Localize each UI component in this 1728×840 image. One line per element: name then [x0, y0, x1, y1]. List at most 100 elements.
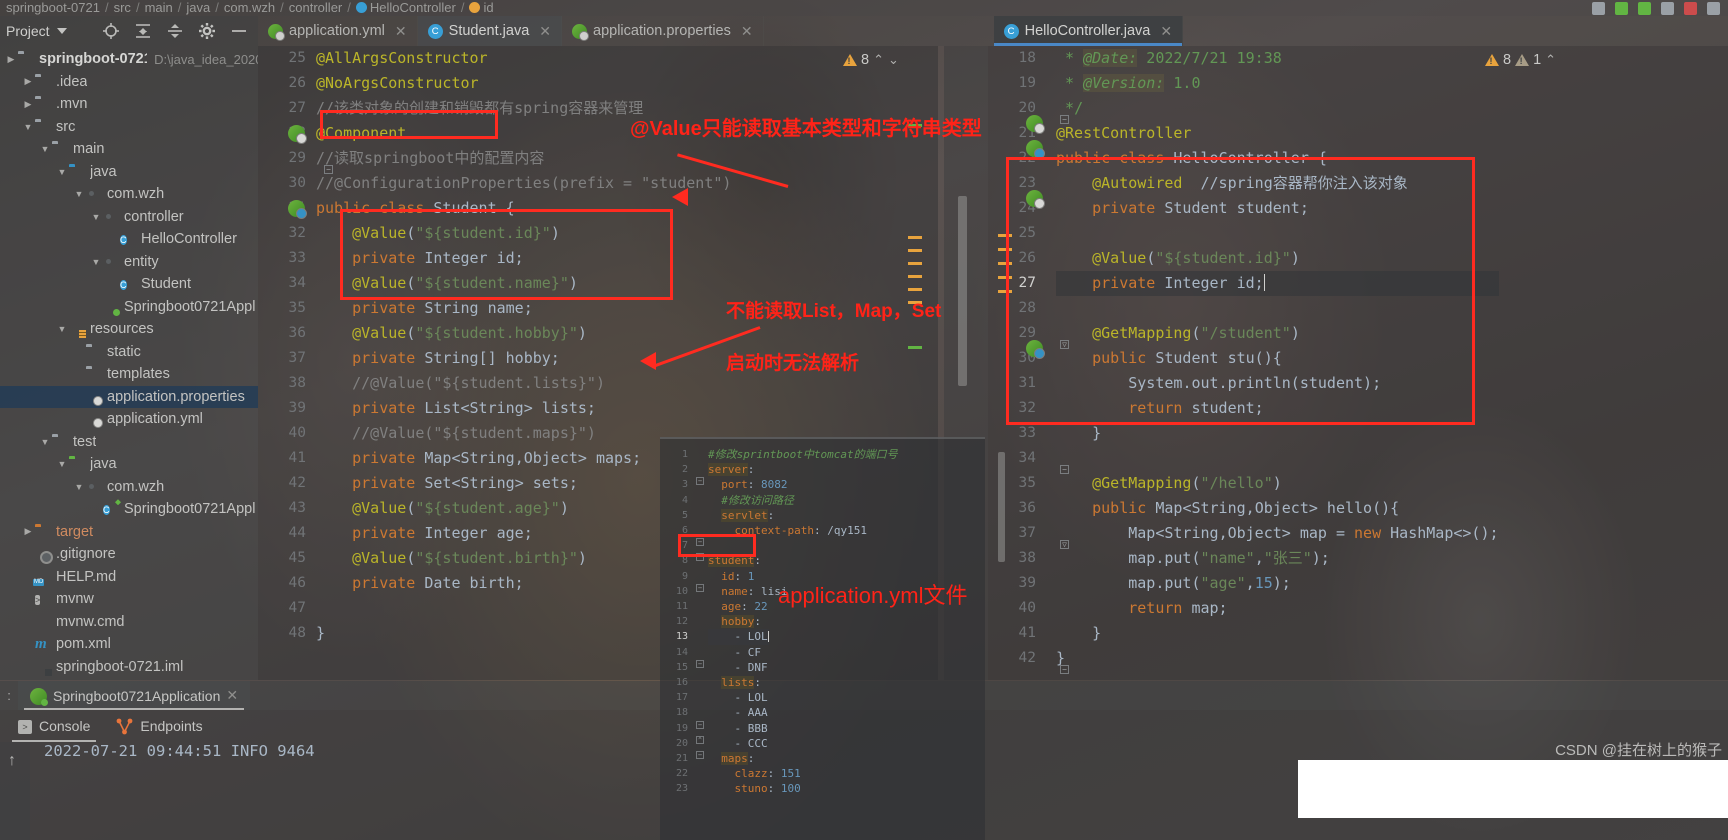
- fold-marker-right-1[interactable]: −: [1060, 115, 1069, 124]
- close-icon[interactable]: ✕: [1160, 23, 1172, 40]
- code-line[interactable]: System.out.println(student);: [1056, 371, 1499, 396]
- code-line[interactable]: public class Student {: [316, 196, 731, 221]
- code-line[interactable]: Map<String,Object> map = new HashMap<>()…: [1056, 521, 1498, 546]
- tree-item-src[interactable]: ▼ src: [0, 116, 258, 139]
- search-icon[interactable]: [1707, 1, 1720, 15]
- yml-code-line[interactable]: - LOL: [708, 629, 769, 645]
- tree-item-student[interactable]: C Student: [0, 273, 258, 296]
- close-icon[interactable]: ✕: [395, 23, 407, 40]
- code-line[interactable]: * @Date: 2022/7/21 19:38: [1056, 46, 1499, 71]
- yml-fold-3[interactable]: ⌃: [696, 553, 704, 561]
- code-line[interactable]: @Value("${student.hobby}"): [316, 321, 731, 346]
- yml-fold-2[interactable]: −: [696, 538, 704, 546]
- code-line[interactable]: private String name;: [316, 296, 731, 321]
- breadcrumb-item-4[interactable]: com.wzh: [224, 0, 275, 15]
- chevron-down-icon[interactable]: ▼: [38, 144, 52, 154]
- code-line[interactable]: //@Value("${student.lists}"): [316, 371, 731, 396]
- yml-code-line[interactable]: servlet:: [708, 508, 774, 523]
- yml-code-line[interactable]: clazz: 151: [708, 766, 801, 781]
- yml-code-line[interactable]: - DNF: [708, 660, 767, 675]
- editor-tab-hellocontroller-java[interactable]: C HelloController.java ✕: [993, 16, 1184, 46]
- tab-endpoints[interactable]: Endpoints: [116, 710, 203, 742]
- tree-item-test[interactable]: ▼ test: [0, 431, 258, 454]
- code-line[interactable]: */: [1056, 96, 1499, 121]
- tree-item--gitignore[interactable]: .gitignore: [0, 543, 258, 566]
- code-line[interactable]: [1056, 296, 1499, 321]
- code-line[interactable]: @Value("${student.name}"): [316, 271, 731, 296]
- yml-code-line[interactable]: stuno: 100: [708, 781, 801, 796]
- code-line[interactable]: public class HelloController {: [1056, 146, 1499, 171]
- breadcrumb-item-3[interactable]: java: [186, 0, 210, 15]
- project-tool-window[interactable]: Project ▶ springboot-0721 D:\java_idea_2…: [0, 16, 258, 680]
- yml-code-line[interactable]: name: lisi: [708, 584, 787, 599]
- code-line[interactable]: }: [1056, 621, 1499, 646]
- yml-code-line[interactable]: - BBB: [708, 721, 767, 736]
- code-line[interactable]: @RestController: [1056, 121, 1499, 146]
- chevron-right-icon[interactable]: ▶: [21, 526, 35, 537]
- inspection-widget-right[interactable]: 8 1 ⌃: [1485, 52, 1556, 68]
- close-icon[interactable]: ✕: [539, 23, 551, 40]
- code-line[interactable]: [1056, 221, 1499, 246]
- chevron-right-icon[interactable]: ▶: [4, 54, 18, 65]
- project-panel-title[interactable]: Project: [6, 23, 50, 39]
- yml-code-line[interactable]: student:: [708, 553, 761, 568]
- gear-icon[interactable]: [198, 22, 216, 40]
- tree-item-com-wzh[interactable]: ▼ com.wzh: [0, 476, 258, 499]
- expand-all-icon[interactable]: [134, 22, 152, 40]
- tree-item-com-wzh[interactable]: ▼ com.wzh: [0, 183, 258, 206]
- breadcrumb-item-6[interactable]: HelloController: [370, 0, 456, 15]
- code-line[interactable]: [1056, 446, 1499, 471]
- tree-item-java[interactable]: ▼ java: [0, 453, 258, 476]
- collapse-all-icon[interactable]: [166, 22, 184, 40]
- yml-code-line[interactable]: port: 8082: [708, 477, 787, 492]
- bean-gutter-icon-left[interactable]: [288, 200, 307, 219]
- yml-fold-7[interactable]: ⌃: [696, 736, 704, 744]
- endpoint-gutter-icon-right[interactable]: [1026, 340, 1045, 359]
- yml-code-line[interactable]: id: 1: [708, 569, 754, 584]
- yml-code-line[interactable]: - CF: [708, 645, 761, 660]
- code-line[interactable]: return map;: [1056, 596, 1499, 621]
- run-tab-springboot0721application[interactable]: Springboot0721Application ✕: [18, 681, 251, 710]
- tree-item-mvnw-cmd[interactable]: mvnw.cmd: [0, 611, 258, 634]
- inspection-widget-left[interactable]: 8 ⌃ ⌄: [843, 52, 899, 68]
- code-line[interactable]: private List<String> lists;: [316, 396, 731, 421]
- chevron-up-icon[interactable]: ⌃: [1545, 52, 1556, 68]
- tree-item-java[interactable]: ▼ java: [0, 161, 258, 184]
- code-area-right[interactable]: * @Date: 2022/7/21 19:38 * @Version: 1.0…: [1056, 46, 1499, 671]
- chevron-down-icon[interactable]: ▼: [38, 437, 52, 447]
- tree-item-springboot0721appl[interactable]: C Springboot0721Appl: [0, 498, 258, 521]
- code-line[interactable]: private Integer id;: [1056, 271, 1499, 296]
- toolbar-icon-1[interactable]: [1592, 1, 1605, 15]
- tree-root[interactable]: ▶ springboot-0721 D:\java_idea_2020: [0, 48, 258, 71]
- tree-item-springboot-0721-iml[interactable]: springboot-0721.iml: [0, 656, 258, 679]
- code-line[interactable]: @Autowired //spring容器帮你注入该对象: [1056, 171, 1499, 196]
- tree-item-application-properties[interactable]: application.properties: [0, 385, 258, 408]
- editor-scrollbar-left[interactable]: [958, 196, 967, 386]
- yml-fold-6[interactable]: −: [696, 721, 704, 729]
- chevron-down-icon[interactable]: [56, 28, 67, 34]
- stop-icon[interactable]: [1684, 1, 1697, 15]
- yml-code-line[interactable]: - CCC: [708, 736, 767, 751]
- editor-tab-bar[interactable]: application.yml ✕ C Student.java ✕ applicatio…: [258, 16, 1728, 46]
- hide-panel-icon[interactable]: [230, 22, 248, 40]
- yml-code-line[interactable]: hobby:: [708, 614, 761, 629]
- code-line[interactable]: @Value("${student.id}"): [1056, 246, 1499, 271]
- breadcrumb-item-5[interactable]: controller: [289, 0, 342, 15]
- tree-item-resources[interactable]: ▼ resources: [0, 318, 258, 341]
- close-icon[interactable]: ✕: [226, 687, 238, 704]
- breadcrumb-item-7[interactable]: id: [483, 0, 493, 15]
- code-line[interactable]: @AllArgsConstructor: [316, 46, 731, 71]
- code-line[interactable]: public Student stu(){: [1056, 346, 1499, 371]
- yml-code-line[interactable]: age: 22: [708, 599, 767, 614]
- chevron-down-icon[interactable]: ▼: [89, 212, 103, 222]
- code-line[interactable]: public Map<String,Object> hello(){: [1056, 496, 1499, 521]
- chevron-down-icon[interactable]: ▼: [72, 482, 86, 492]
- yml-code-line[interactable]: lists:: [708, 675, 761, 690]
- run-icon[interactable]: [1615, 1, 1628, 15]
- yml-fold-5[interactable]: −: [696, 660, 704, 668]
- run-gutter-icon-right-1[interactable]: [1026, 115, 1045, 134]
- code-line[interactable]: map.put("age",15);: [1056, 571, 1499, 596]
- close-icon[interactable]: ✕: [741, 23, 753, 40]
- tree-item-main[interactable]: ▼ main: [0, 138, 258, 161]
- code-line[interactable]: * @Version: 1.0: [1056, 71, 1499, 96]
